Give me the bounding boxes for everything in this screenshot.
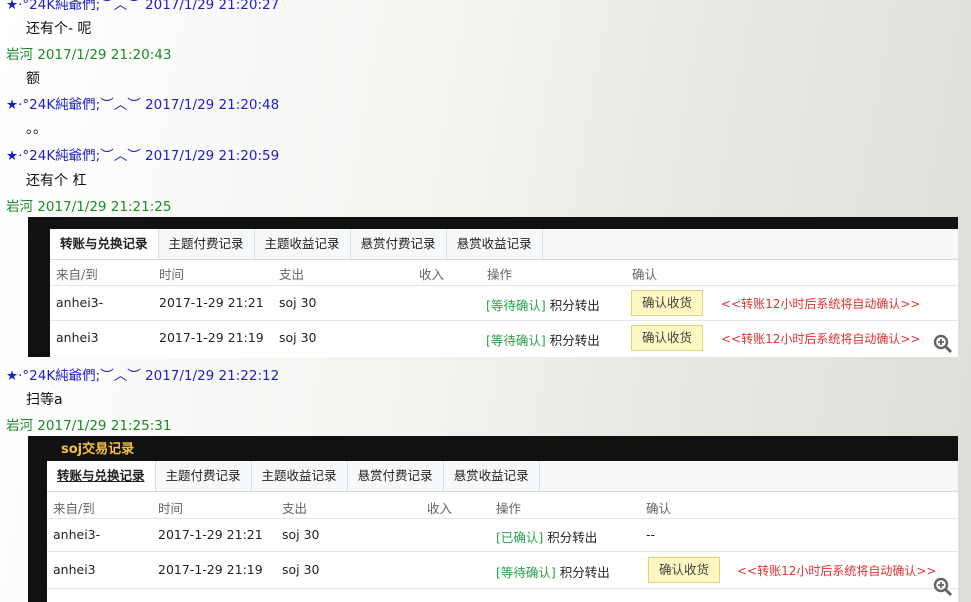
zoom-in-icon[interactable]	[933, 577, 953, 597]
status-label: [已确认]	[496, 530, 544, 545]
cell-operation: [等待确认] 积分转出	[486, 330, 600, 349]
op-label: 积分转出	[547, 530, 598, 545]
transaction-panel: 转账与兑换记录 主题付费记录 主题收益记录 悬赏付费记录 悬赏收益记录 来自/到…	[47, 461, 958, 602]
message-time: 2017/1/29 21:21:25	[37, 199, 172, 215]
sender-name: 岩河	[6, 47, 33, 63]
sender-name: 岩河	[6, 199, 33, 215]
tab-reward-payment[interactable]: 悬赏付费记录	[348, 461, 444, 491]
tab-transfer[interactable]: 转账与兑换记录	[47, 461, 156, 491]
transaction-panel: 转账与兑换记录 主题付费记录 主题收益记录 悬赏付费记录 悬赏收益记录 来自/到…	[50, 229, 958, 357]
status-label: [等待确认]	[486, 298, 546, 313]
cell-time: 2017-1-29 21:19	[158, 562, 263, 577]
cell-from: anhei3-	[56, 295, 104, 310]
message-time: 2017/1/29 21:20:59	[145, 148, 280, 164]
confirm-receipt-button[interactable]: 确认收货	[631, 290, 704, 316]
column-header: 时间	[159, 267, 185, 282]
message-header: ★·°24K純爺們;︶︿︶ 2017/1/29 21:22:12	[6, 364, 279, 384]
message-text: 。。	[26, 121, 47, 137]
op-label: 积分转出	[559, 565, 610, 580]
auto-confirm-note: <<转账12小时后系统将自动确认>>	[721, 332, 921, 346]
table-row: anhei3 2017-1-29 21:19 soj 30 [等待确认] 积分转…	[50, 321, 958, 355]
cell-time: 2017-1-29 21:21	[159, 295, 264, 310]
column-header: 来自/到	[53, 501, 95, 516]
sender-name: 岩河	[6, 418, 33, 434]
status-label: [等待确认]	[486, 333, 546, 348]
cell-operation: [已确认] 积分转出	[496, 527, 597, 546]
message-header: 岩河 2017/1/29 21:25:31	[6, 414, 171, 434]
tab-transfer[interactable]: 转账与兑换记录	[50, 229, 159, 259]
message-header: ★·°24K純爺們;︶︿︶ 2017/1/29 21:20:59	[6, 144, 279, 164]
column-header: 来自/到	[56, 267, 98, 282]
cell-from: anhei3	[56, 330, 99, 345]
column-header: 支出	[279, 267, 305, 282]
message-header: ★·°24K純爺們;︶︿︶ 2017/1/29 21:20:27	[6, 0, 279, 13]
zoom-in-icon[interactable]	[933, 334, 953, 354]
tab-label: 转账与兑换记录	[57, 468, 145, 483]
table-header: 来自/到 时间 支出 收入 操作 确认	[47, 492, 958, 519]
column-header: 收入	[419, 267, 445, 282]
cell-out: soj 30	[282, 527, 320, 542]
cell-operation: [等待确认] 积分转出	[496, 562, 610, 581]
tab-reward-income[interactable]: 悬赏收益记录	[444, 461, 540, 491]
image-attachment[interactable]: soj交易记录 转账与兑换记录 主题付费记录 主题收益记录 悬赏付费记录 悬赏收…	[28, 436, 958, 602]
column-header: 确认	[646, 501, 672, 516]
tab-bar: 转账与兑换记录 主题付费记录 主题收益记录 悬赏付费记录 悬赏收益记录	[50, 229, 958, 260]
message-text: 扫等a	[26, 392, 63, 408]
cell-out: soj 30	[282, 562, 320, 577]
auto-confirm-note: <<转账12小时后系统将自动确认>>	[721, 297, 921, 311]
message-header: 岩河 2017/1/29 21:20:43	[6, 43, 171, 63]
cell-operation: [等待确认] 积分转出	[486, 295, 600, 314]
message-header: 岩河 2017/1/29 21:21:25	[6, 195, 171, 215]
column-header: 时间	[158, 501, 184, 516]
auto-confirm-note: <<转账12小时后系统将自动确认>>	[737, 564, 937, 578]
tab-bar: 转账与兑换记录 主题付费记录 主题收益记录 悬赏付费记录 悬赏收益记录	[47, 461, 958, 492]
sender-name: ★·°24K純爺們;︶︿︶	[6, 148, 141, 164]
sender-name: ★·°24K純爺們;︶︿︶	[6, 97, 141, 113]
cell-from: anhei3	[53, 562, 96, 577]
column-header: 操作	[496, 501, 522, 516]
sender-name: ★·°24K純爺們;︶︿︶	[6, 0, 141, 13]
table-row: anhei3 2017-1-29 21:19 soj 30 [等待确认] 积分转…	[47, 552, 958, 589]
tab-reward-payment[interactable]: 悬赏付费记录	[351, 229, 447, 259]
table-row: anhei3- 2017-1-29 21:21 soj 30 [等待确认] 积分…	[50, 286, 958, 321]
column-header: 确认	[632, 267, 658, 282]
message-time: 2017/1/29 21:20:48	[145, 97, 280, 113]
tab-topic-payment[interactable]: 主题付费记录	[156, 461, 252, 491]
confirm-receipt-button[interactable]: 确认收货	[648, 557, 721, 583]
op-label: 积分转出	[549, 298, 600, 313]
column-header: 收入	[427, 501, 453, 516]
tab-topic-payment[interactable]: 主题付费记录	[159, 229, 255, 259]
cell-out: soj 30	[279, 295, 317, 310]
message-time: 2017/1/29 21:20:27	[145, 0, 280, 13]
message-time: 2017/1/29 21:25:31	[37, 418, 172, 434]
table-header: 来自/到 时间 支出 收入 操作 确认	[50, 259, 958, 286]
confirm-receipt-button[interactable]: 确认收货	[631, 325, 704, 351]
message-text: 额	[26, 71, 40, 87]
cell-time: 2017-1-29 21:21	[158, 527, 263, 542]
panel-title: soj交易记录	[61, 442, 135, 457]
tab-reward-income[interactable]: 悬赏收益记录	[447, 229, 543, 259]
cell-from: anhei3-	[53, 527, 101, 542]
message-text: 还有个- 呢	[26, 21, 92, 37]
column-header: 支出	[282, 501, 308, 516]
table-row: anhei3- 2017-1-29 21:21 soj 30 [已确认] 积分转…	[47, 519, 958, 552]
sender-name: ★·°24K純爺們;︶︿︶	[6, 368, 141, 384]
image-attachment[interactable]: 转账与兑换记录 主题付费记录 主题收益记录 悬赏付费记录 悬赏收益记录 来自/到…	[28, 217, 958, 357]
column-header: 操作	[487, 267, 513, 282]
tab-topic-income[interactable]: 主题收益记录	[255, 229, 351, 259]
message-time: 2017/1/29 21:20:43	[37, 47, 172, 63]
cell-time: 2017-1-29 21:19	[159, 330, 264, 345]
message-header: ★·°24K純爺們;︶︿︶ 2017/1/29 21:20:48	[6, 93, 279, 113]
cell-confirm: --	[646, 527, 656, 542]
message-text: 还有个 杠	[26, 173, 87, 189]
op-label: 积分转出	[549, 333, 600, 348]
status-label: [等待确认]	[496, 565, 556, 580]
message-time: 2017/1/29 21:22:12	[145, 368, 280, 384]
cell-out: soj 30	[279, 330, 317, 345]
tab-topic-income[interactable]: 主题收益记录	[252, 461, 348, 491]
